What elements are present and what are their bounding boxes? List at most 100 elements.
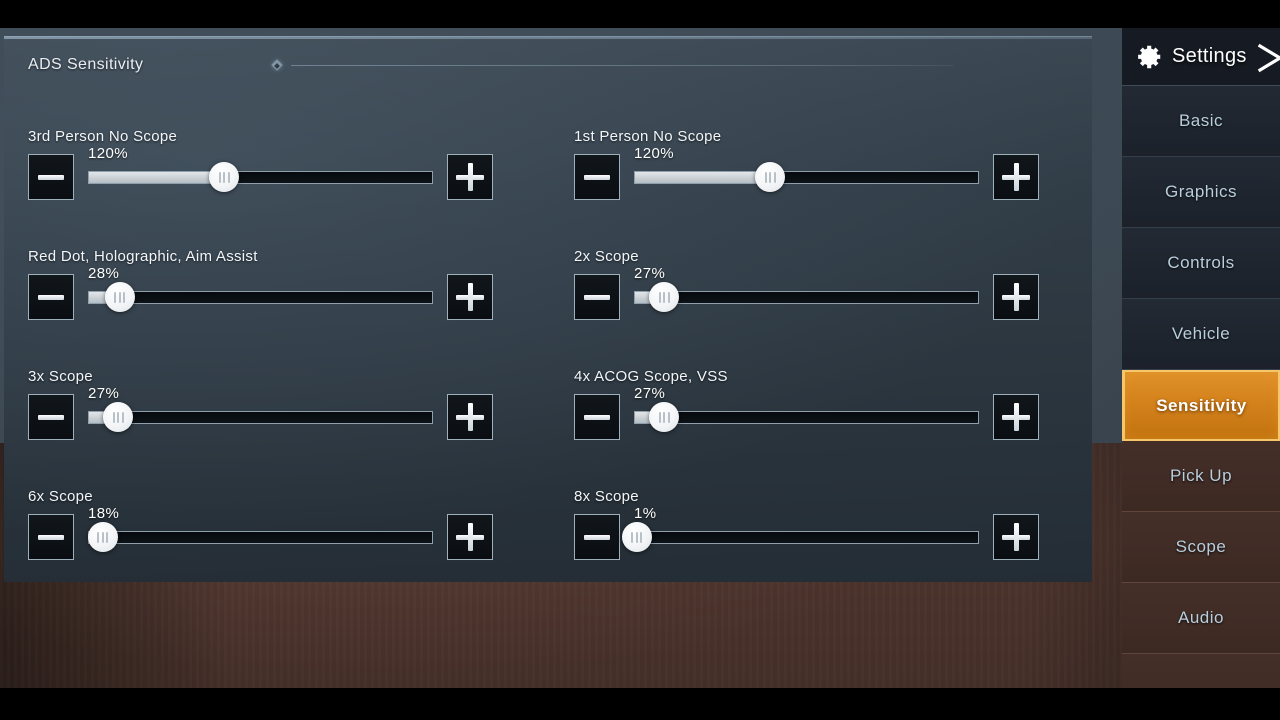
sensitivity-settings-panel: ADS Sensitivity 3rd Person No Scope 120% 1…	[4, 36, 1092, 582]
slider-track-area[interactable]: 120%	[88, 145, 433, 192]
decrease-button[interactable]	[574, 514, 620, 560]
page-title: ADS Sensitivity	[28, 56, 144, 73]
increase-button[interactable]	[993, 154, 1039, 200]
sidebar-item-scope[interactable]: Scope	[1122, 512, 1280, 583]
slider-track[interactable]	[634, 282, 979, 312]
increase-button[interactable]	[447, 514, 493, 560]
sidebar-item-label: Audio	[1178, 608, 1224, 627]
decrease-button[interactable]	[28, 154, 74, 200]
sensitivity-row: 3x Scope 27%	[4, 368, 574, 488]
sidebar-item-graphics[interactable]: Graphics	[1122, 157, 1280, 228]
slider-track[interactable]	[88, 282, 433, 312]
plus-icon	[456, 403, 484, 431]
slider-value-label: 28%	[88, 264, 120, 282]
slider-control: 120%	[574, 145, 1092, 200]
slider-thumb[interactable]	[621, 522, 652, 552]
slider-thumb[interactable]	[649, 282, 680, 312]
increase-button[interactable]	[993, 274, 1039, 320]
sensitivity-row: 1st Person No Scope 120%	[574, 128, 1092, 248]
sidebar-title: Settings	[1172, 45, 1247, 67]
slider-value-label: 27%	[634, 384, 666, 402]
slider-track-area[interactable]: 27%	[634, 265, 979, 312]
letterbox-bottom-bar	[0, 688, 1280, 720]
decrease-button[interactable]	[28, 514, 74, 560]
sensitivity-row: 3rd Person No Scope 120%	[4, 128, 574, 248]
slider-track[interactable]	[621, 522, 979, 552]
slider-track-area[interactable]: 27%	[88, 385, 433, 432]
slider-track[interactable]	[634, 162, 979, 192]
slider-track[interactable]	[88, 162, 433, 192]
sidebar-item-audio[interactable]: Audio	[1122, 583, 1280, 654]
sensitivity-row: 6x Scope 18%	[4, 488, 574, 608]
sidebar-item-sensitivity[interactable]: Sensitivity	[1122, 370, 1280, 441]
slider-track[interactable]	[634, 402, 979, 432]
slider-fill	[89, 171, 225, 183]
slider-track-area[interactable]: 18%	[87, 505, 433, 552]
slider-thumb[interactable]	[755, 162, 786, 192]
sensitivity-row: Red Dot, Holographic, Aim Assist 28%	[4, 248, 574, 368]
sidebar-item-label: Scope	[1175, 537, 1227, 556]
decrease-button[interactable]	[28, 274, 74, 320]
decrease-button[interactable]	[574, 154, 620, 200]
slider-value-label: 18%	[88, 504, 120, 522]
minus-icon	[38, 294, 64, 300]
slider-thumb[interactable]	[649, 402, 680, 432]
sensitivity-row-label: 8x Scope	[574, 488, 639, 505]
minus-icon	[38, 534, 64, 540]
slider-control: 27%	[574, 265, 1092, 320]
slider-track-area[interactable]: 120%	[634, 145, 979, 192]
increase-button[interactable]	[447, 394, 493, 440]
settings-sidebar: Settings Basic Graphics Controls Vehicle Sen…	[1122, 28, 1280, 688]
sidebar-item-vehicle[interactable]: Vehicle	[1122, 299, 1280, 370]
slider-track[interactable]	[88, 402, 433, 432]
sidebar-item-pick-up[interactable]: Pick Up	[1122, 441, 1280, 512]
sensitivity-row: 4x ACOG Scope, VSS 27%	[574, 368, 1092, 488]
plus-icon	[1002, 403, 1030, 431]
gear-icon	[1134, 42, 1164, 72]
plus-icon	[456, 283, 484, 311]
sidebar-item-label: Basic	[1178, 111, 1224, 130]
sidebar-item-label: Pick Up	[1169, 466, 1233, 485]
slider-track-area[interactable]: 28%	[88, 265, 433, 312]
letterbox-top-bar	[0, 0, 1280, 28]
slider-thumb[interactable]	[87, 522, 118, 552]
minus-icon	[584, 414, 610, 420]
slider-thumb[interactable]	[103, 402, 134, 432]
sidebar-header: Settings	[1122, 28, 1280, 86]
slider-control: 18%	[28, 505, 574, 560]
sidebar-item-partial[interactable]	[1122, 654, 1280, 688]
slider-value-label: 120%	[88, 144, 128, 162]
sidebar-item-controls[interactable]: Controls	[1122, 228, 1280, 299]
slider-track[interactable]	[87, 522, 433, 552]
slider-track-area[interactable]: 1%	[621, 505, 979, 552]
sensitivity-row-label: 3rd Person No Scope	[28, 128, 178, 145]
increase-button[interactable]	[447, 274, 493, 320]
slider-thumb[interactable]	[104, 282, 135, 312]
increase-button[interactable]	[993, 514, 1039, 560]
slider-control: 27%	[574, 385, 1092, 440]
sensitivity-row-label: 3x Scope	[28, 368, 93, 385]
sidebar-item-label: Vehicle	[1171, 324, 1231, 343]
sidebar-item-label: Controls	[1167, 253, 1235, 272]
close-icon[interactable]	[1254, 42, 1280, 74]
slider-value-label: 1%	[634, 504, 657, 522]
sidebar-item-basic[interactable]: Basic	[1122, 86, 1280, 157]
plus-icon	[456, 163, 484, 191]
slider-value-label: 27%	[634, 264, 666, 282]
slider-control: 27%	[28, 385, 574, 440]
plus-icon	[1002, 283, 1030, 311]
sidebar-item-label: Sensitivity	[1156, 395, 1247, 415]
sensitivity-row-label: 6x Scope	[28, 488, 93, 505]
slider-fill	[635, 171, 771, 183]
plus-icon	[1002, 163, 1030, 191]
increase-button[interactable]	[447, 154, 493, 200]
slider-value-label: 120%	[634, 144, 674, 162]
decrease-button[interactable]	[28, 394, 74, 440]
slider-track-area[interactable]: 27%	[634, 385, 979, 432]
minus-icon	[584, 294, 610, 300]
increase-button[interactable]	[993, 394, 1039, 440]
decrease-button[interactable]	[574, 394, 620, 440]
slider-thumb[interactable]	[209, 162, 240, 192]
decrease-button[interactable]	[574, 274, 620, 320]
section-header: ADS Sensitivity	[28, 56, 954, 74]
